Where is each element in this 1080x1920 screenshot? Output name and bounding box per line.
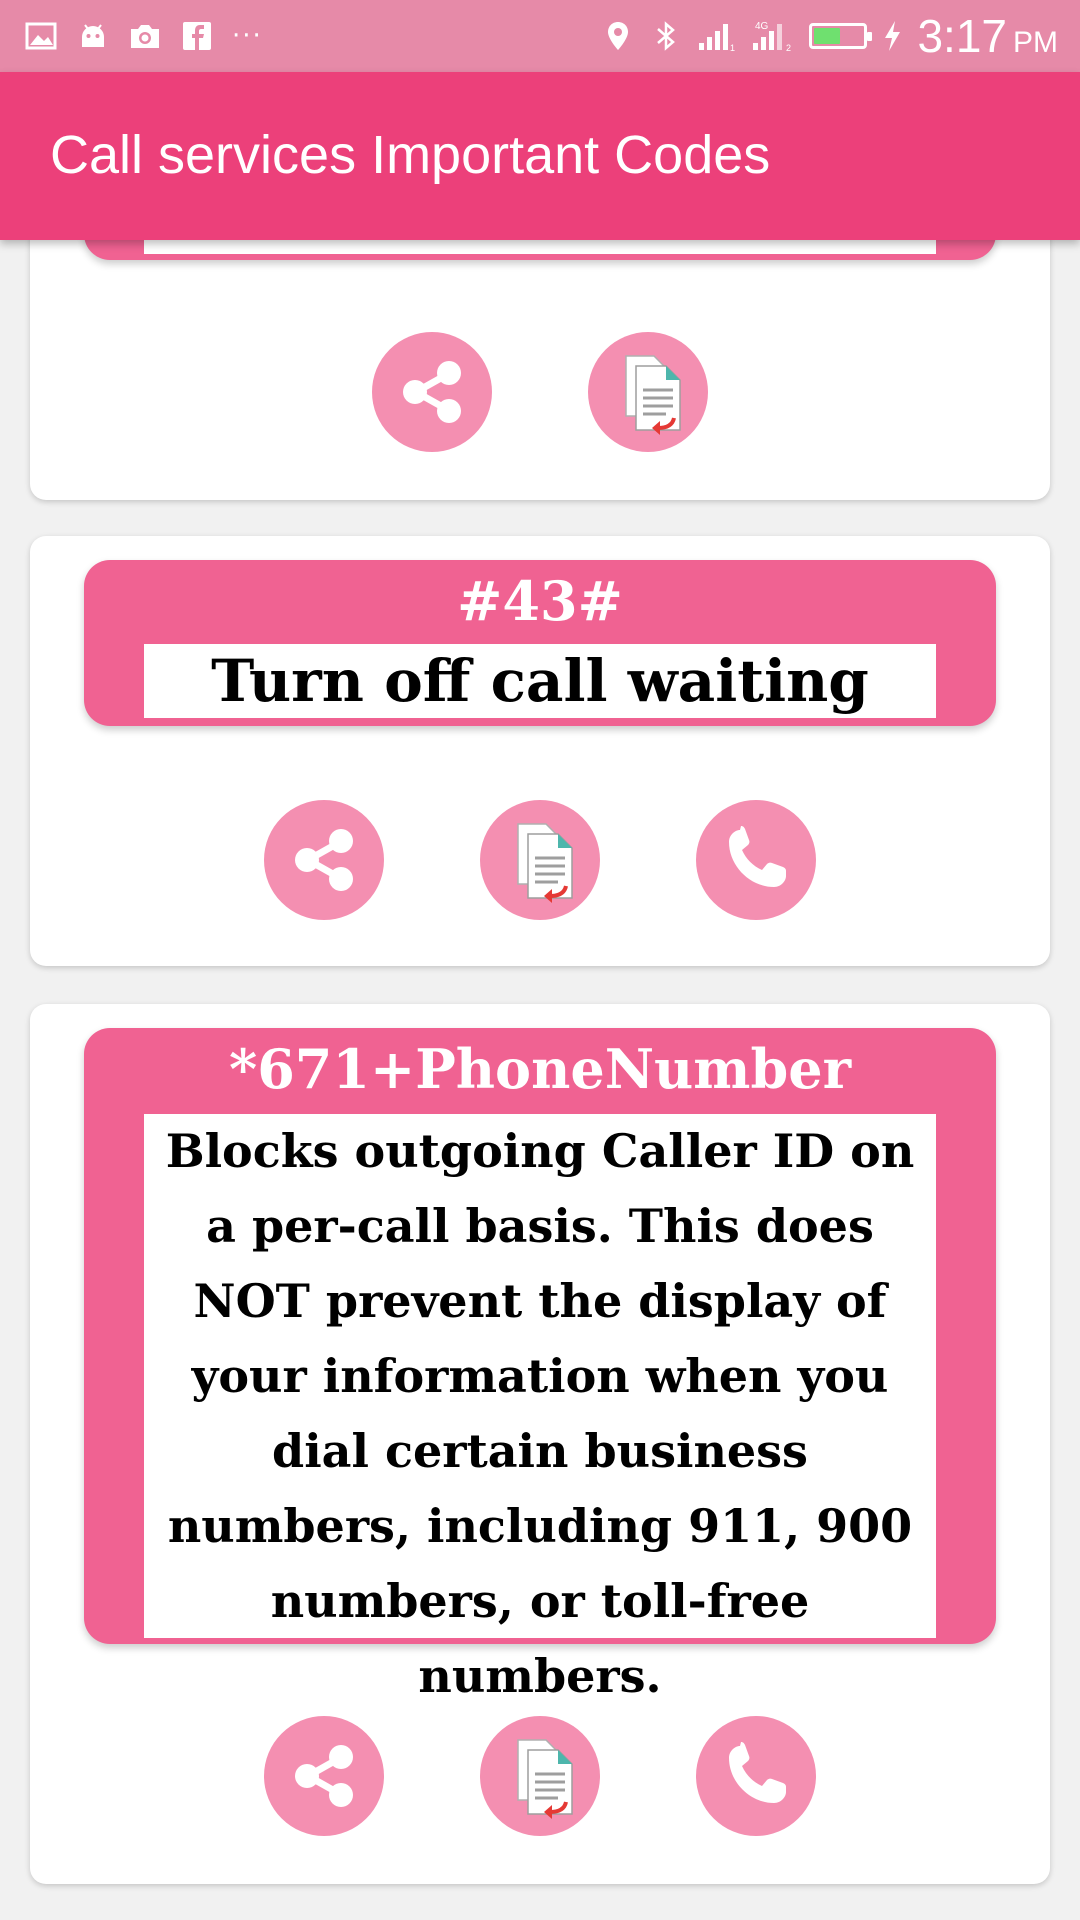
code-description: Blocks outgoing Caller ID on a per-call … (144, 1114, 936, 1703)
copy-button[interactable] (480, 800, 600, 920)
battery-icon (809, 23, 873, 49)
signal-icon: 1 (697, 19, 737, 53)
signal-4g-icon: 4G 2 (751, 19, 795, 53)
camera-icon (128, 19, 162, 53)
clock: 3:17 PM (917, 13, 1058, 59)
copy-icon (588, 332, 708, 452)
code-title: #43# (457, 569, 623, 633)
share-button[interactable] (264, 1716, 384, 1836)
copy-button[interactable] (480, 1716, 600, 1836)
image-icon (24, 19, 58, 53)
code-title: *671+PhoneNumber (228, 1037, 852, 1101)
app-bar: Call services Important Codes (0, 72, 1080, 240)
clock-time: 3:17 (917, 10, 1007, 62)
status-system: 1 4G 2 3:17 PM (601, 10, 1058, 62)
svg-text:1: 1 (730, 43, 735, 53)
phone-icon (696, 800, 816, 920)
android-icon (76, 19, 110, 53)
bluetooth-icon (649, 19, 683, 53)
facebook-icon (180, 19, 214, 53)
more-notifications: ··· (232, 21, 263, 51)
copy-icon (480, 800, 600, 920)
share-button[interactable] (372, 332, 492, 452)
status-bar: ··· 1 4G 2 3:17 PM (0, 0, 1080, 72)
app-title: Call services Important Codes (50, 125, 771, 185)
clock-ampm: PM (1013, 26, 1058, 59)
code-box: *671+PhoneNumber Blocks outgoing Caller … (84, 1028, 996, 1703)
code-box: #43# Turn off call waiting (84, 560, 996, 726)
copy-button[interactable] (588, 332, 708, 452)
code-description: Turn off call waiting (144, 644, 936, 718)
code-card: *671+PhoneNumber Blocks outgoing Caller … (30, 1004, 1050, 1884)
battery-level (814, 28, 841, 44)
svg-text:2: 2 (786, 43, 791, 53)
phone-icon (696, 1716, 816, 1836)
location-icon (601, 19, 635, 53)
code-card: #43# Turn off call waiting (30, 536, 1050, 966)
share-button[interactable] (264, 800, 384, 920)
copy-icon (480, 1716, 600, 1836)
svg-text:4G: 4G (755, 21, 769, 32)
call-button[interactable] (696, 800, 816, 920)
share-icon (264, 1716, 384, 1836)
call-button[interactable] (696, 1716, 816, 1836)
share-icon (264, 800, 384, 920)
status-notifications: ··· (24, 16, 263, 56)
charging-icon (881, 19, 903, 53)
share-icon (372, 332, 492, 452)
